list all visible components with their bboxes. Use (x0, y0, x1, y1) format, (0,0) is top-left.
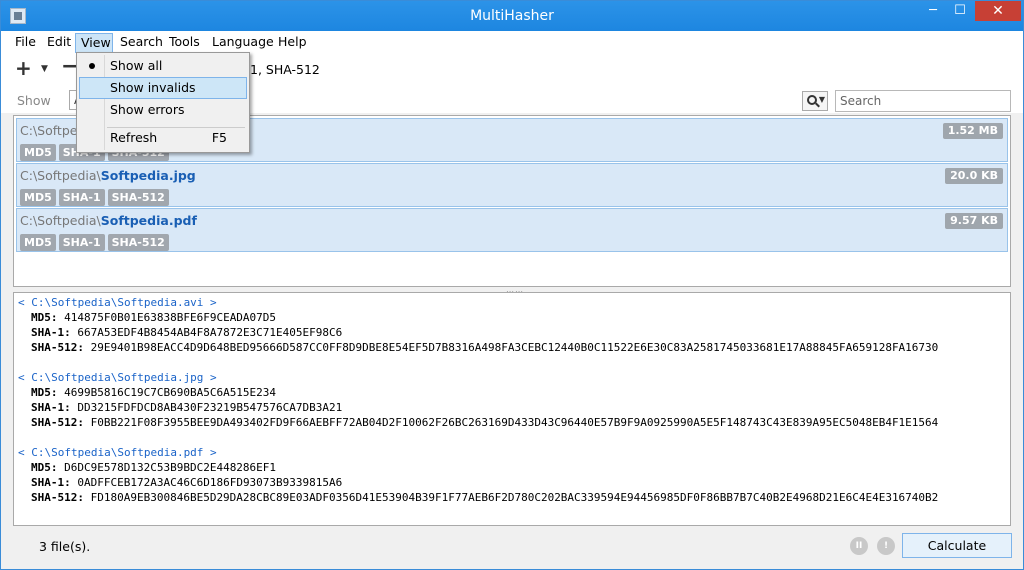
file-size-badge: 20.0 KB (945, 168, 1003, 184)
menu-edit[interactable]: Edit (47, 34, 71, 52)
result-block: < C:\Softpedia\Softpedia.pdf > MD5: D6DC… (18, 445, 938, 505)
pause-icon[interactable]: II (850, 537, 868, 555)
result-block: < C:\Softpedia\Softpedia.jpg > MD5: 4699… (18, 370, 938, 430)
result-md5: MD5: D6DC9E578D132C53B9BDC2E448286EF1 (31, 461, 277, 474)
view-menu-dropdown: Show all Show invalids Show errors Refre… (76, 52, 250, 153)
algo-tags: MD5 SHA-1 SHA-512 (20, 234, 169, 251)
file-size-badge: 1.52 MB (942, 123, 1003, 139)
result-path[interactable]: < C:\Softpedia\Softpedia.avi > (18, 295, 938, 310)
file-path: C:\Softpedia\Softpedia.jpg (20, 168, 196, 183)
info-icon[interactable]: ! (877, 537, 895, 555)
show-label: Show (17, 93, 51, 108)
menu-tools[interactable]: Tools (169, 34, 200, 52)
app-window: MultiHasher ─ ☐ ✕ File Edit View Search … (0, 0, 1024, 570)
minimize-button[interactable]: ─ (921, 1, 945, 21)
result-sha512: SHA-512: FD180A9EB300846BE5D29DA28CBC89E… (31, 491, 939, 504)
algo-tag-sha512: SHA-512 (107, 189, 169, 206)
menu-view[interactable]: View (75, 33, 113, 53)
result-sha512: SHA-512: 29E9401B98EACC4D9D648BED95666D5… (31, 341, 939, 354)
algo-tag-sha512: SHA-512 (107, 234, 169, 251)
algo-tag-sha1: SHA-1 (58, 189, 105, 206)
algo-tag-sha1: SHA-1 (58, 234, 105, 251)
result-sha1: SHA-1: DD3215FDFDCD8AB430F23219B547576CA… (31, 401, 343, 414)
result-sha1: SHA-1: 0ADFFCEB172A3AC46C6D186FD93073B93… (31, 476, 343, 489)
chevron-down-icon: ▼ (818, 95, 825, 104)
result-sha512: SHA-512: F0BB221F08F3955BEE9DA493402FD9F… (31, 416, 939, 429)
menu-item-refresh[interactable]: Refresh F5 (79, 127, 247, 149)
search-input[interactable] (835, 90, 1011, 112)
maximize-button[interactable]: ☐ (947, 1, 973, 21)
menu-help[interactable]: Help (278, 34, 307, 52)
menu-item-show-all[interactable]: Show all (79, 55, 247, 77)
search-options-button[interactable]: ▼ (802, 91, 828, 111)
window-title: MultiHasher (470, 8, 554, 24)
file-row[interactable]: C:\Softpedia\Softpedia.jpg 20.0 KB MD5 S… (16, 163, 1008, 207)
status-bar: 3 file(s). II ! Calculate (1, 529, 1023, 569)
menu-item-show-errors[interactable]: Show errors (79, 99, 247, 121)
file-path: C:\Softpedia\Softpedia.pdf (20, 213, 197, 228)
algorithm-list[interactable]: 1, SHA-512 (250, 62, 320, 77)
chevron-down-icon[interactable]: ▼ (41, 64, 48, 74)
file-count: 3 file(s). (39, 539, 91, 554)
add-files-button[interactable]: + (15, 56, 32, 80)
radio-bullet-icon (89, 63, 95, 69)
shortcut-label: F5 (211, 130, 227, 145)
results-panel[interactable]: < C:\Softpedia\Softpedia.avi > MD5: 4148… (13, 292, 1011, 526)
calculate-button[interactable]: Calculate (902, 533, 1012, 558)
file-row[interactable]: C:\Softpedia\Softpedia.pdf 9.57 KB MD5 S… (16, 208, 1008, 252)
menu-search[interactable]: Search (120, 34, 163, 52)
algo-tag-md5: MD5 (20, 189, 56, 206)
result-sha1: SHA-1: 667A53EDF4B8454AB4F8A7872E3C71E40… (31, 326, 343, 339)
file-size-badge: 9.57 KB (945, 213, 1003, 229)
close-button[interactable]: ✕ (975, 1, 1021, 21)
menu-bar: File Edit View Search Tools Language Hel… (1, 31, 1023, 53)
title-bar: MultiHasher ─ ☐ ✕ (1, 1, 1023, 31)
algo-tag-md5: MD5 (20, 234, 56, 251)
menu-file[interactable]: File (15, 34, 36, 52)
result-md5: MD5: 4699B5816C19C7CB690BA5C6A515E234 (31, 386, 277, 399)
menu-language[interactable]: Language (212, 34, 274, 52)
result-path[interactable]: < C:\Softpedia\Softpedia.jpg > (18, 370, 938, 385)
result-path[interactable]: < C:\Softpedia\Softpedia.pdf > (18, 445, 938, 460)
result-block: < C:\Softpedia\Softpedia.avi > MD5: 4148… (18, 295, 938, 355)
algo-tags: MD5 SHA-1 SHA-512 (20, 189, 169, 206)
result-md5: MD5: 414875F0B01E63838BFE6F9CEADA07D5 (31, 311, 277, 324)
menu-item-show-invalids[interactable]: Show invalids (79, 77, 247, 99)
algo-tag-md5: MD5 (20, 144, 56, 161)
